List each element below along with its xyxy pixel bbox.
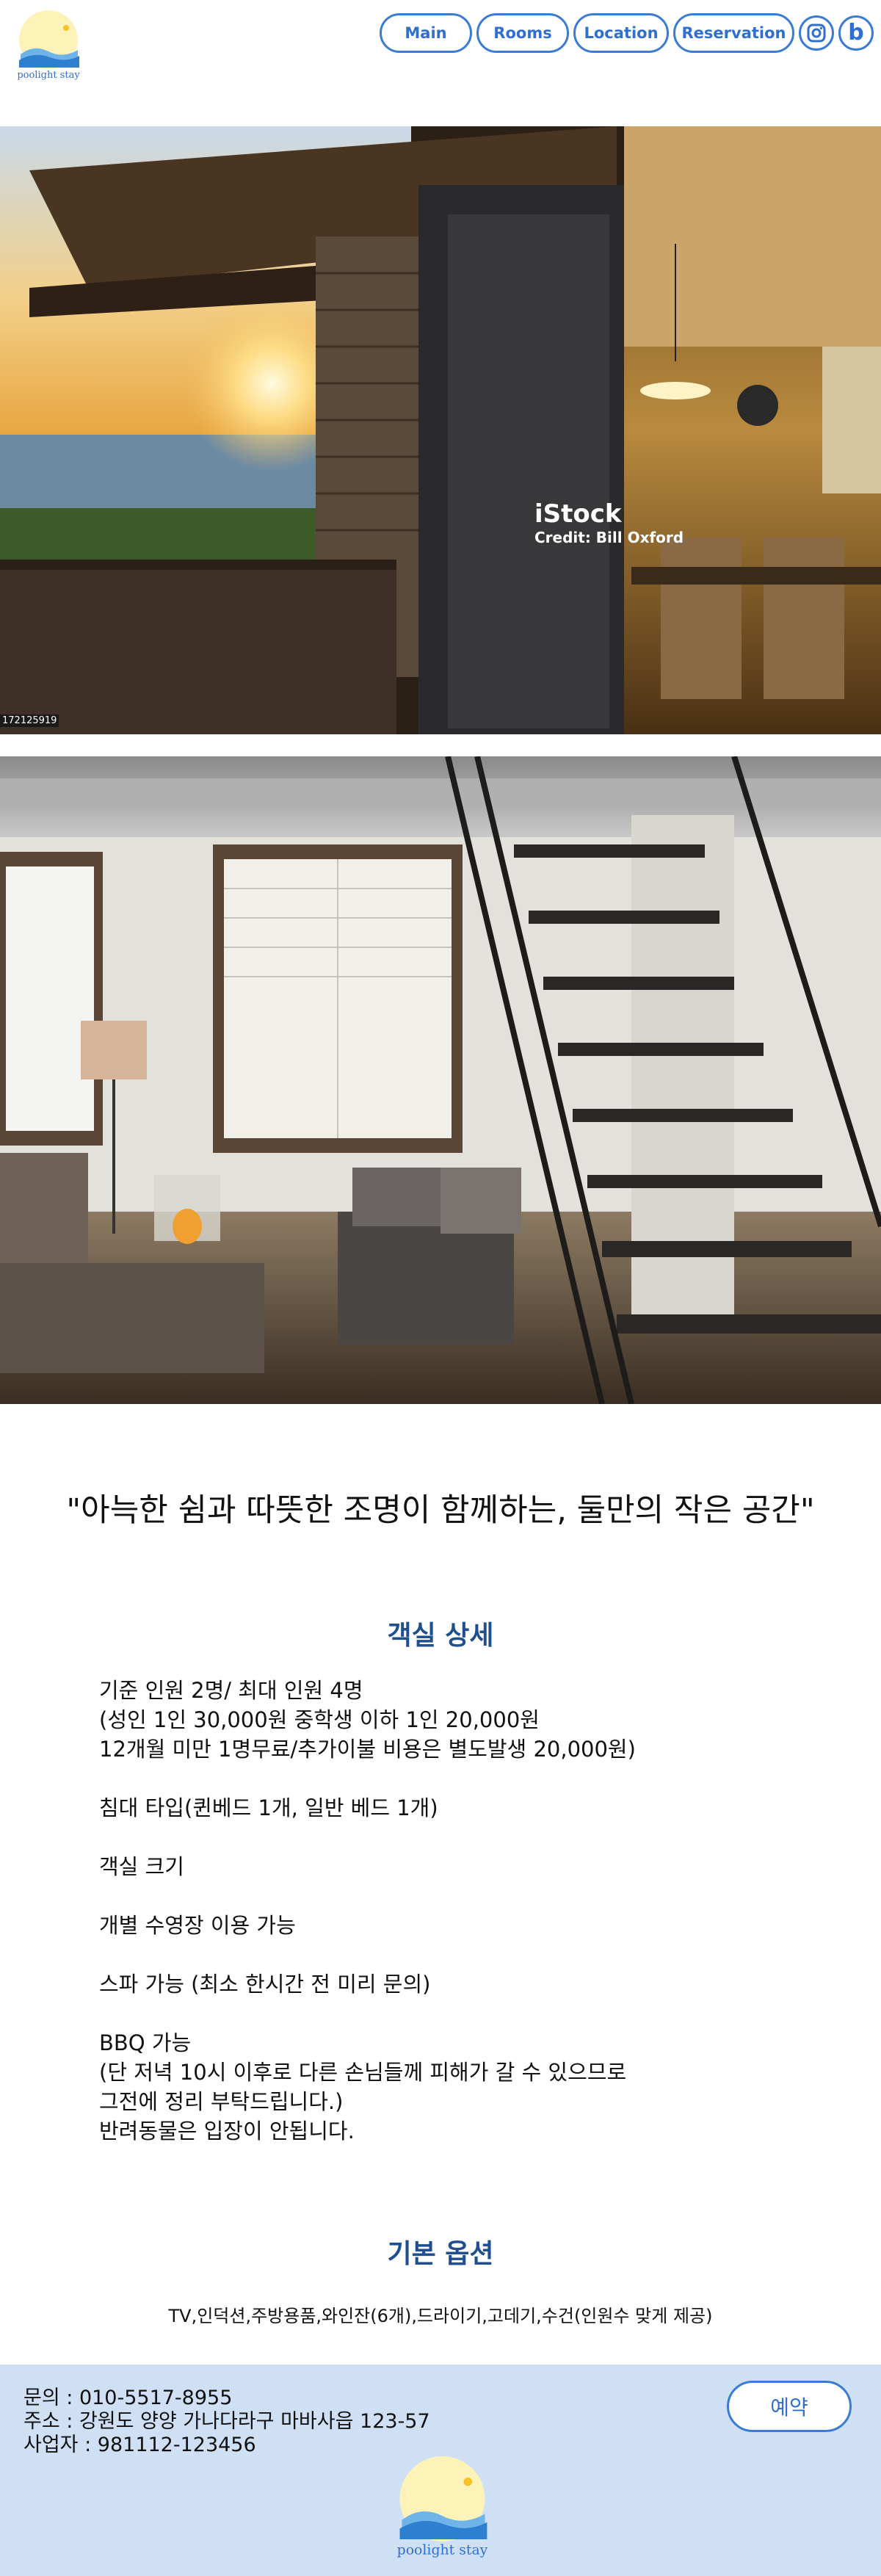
capacity-info: 기준 인원 2명/ 최대 인원 4명 (성인 1인 30,000원 중학생 이하…: [99, 1678, 636, 1762]
nav-main-button[interactable]: Main: [380, 13, 472, 53]
nav-location-button[interactable]: Location: [573, 13, 669, 53]
room-details: 기준 인원 2명/ 최대 인원 4명 (성인 1인 30,000원 중학생 이하…: [99, 1676, 833, 2146]
blog-icon: b: [848, 20, 864, 46]
room-details-title: 객실 상세: [387, 1621, 494, 1651]
svg-text:poolight stay: poolight stay: [17, 70, 80, 81]
bbq-info: BBQ 가능 (단 저녁 10시 이후로 다른 손님들께 피해가 갈 수 있으므…: [99, 2030, 627, 2143]
site-footer: 문의 : 010-5517-8955 주소 : 강원도 양양 가나다라구 마바사…: [0, 2365, 881, 2576]
room-size-info: 객실 크기: [99, 1854, 184, 1879]
footer-info: 문의 : 010-5517-8955 주소 : 강원도 양양 가나다라구 마바사…: [23, 2387, 430, 2457]
footer-logo: poolight stay: [397, 2456, 488, 2558]
basic-options-list: TV,인덕션,주방용품,와인잔(6개),드라이기,고데기,수건(인원수 맞게 제…: [168, 2306, 713, 2326]
loft-living-room-photo: [0, 756, 881, 1404]
address: 주소 : 강원도 양양 가나다라구 마바사읍 123-57: [23, 2410, 430, 2433]
stock-id: 172125919: [0, 714, 59, 727]
hero-photo-sunset-room: iStock Credit: Bill Oxford 172125919: [0, 126, 881, 734]
main-nav: Main Rooms Location Reservation b: [380, 13, 874, 53]
basic-options-title: 기본 옵션: [387, 2239, 494, 2269]
svg-text:poolight stay: poolight stay: [397, 2542, 488, 2558]
tagline-quote: "아늑한 쉼과 따뜻한 조명이 함께하는, 둘만의 작은 공간": [66, 1492, 815, 1529]
nav-reservation-button[interactable]: Reservation: [673, 13, 794, 53]
site-header: poolight stay Main Rooms Location Reserv…: [0, 0, 881, 126]
bed-info: 침대 타입(퀸베드 1개, 일반 베드 1개): [99, 1795, 438, 1820]
logo[interactable]: poolight stay: [12, 9, 85, 82]
instagram-icon: [807, 23, 826, 43]
reserve-button[interactable]: 예약: [727, 2381, 852, 2432]
blog-button[interactable]: b: [838, 15, 874, 51]
business-number: 사업자 : 981112-123456: [23, 2434, 256, 2456]
spa-info: 스파 가능 (최소 한시간 전 미리 문의): [99, 1972, 431, 1997]
nav-rooms-button[interactable]: Rooms: [476, 13, 569, 53]
instagram-button[interactable]: [799, 15, 834, 51]
stock-watermark: iStock Credit: Bill Oxford: [534, 499, 684, 546]
pool-info: 개별 수영장 이용 가능: [99, 1913, 296, 1938]
contact-phone: 문의 : 010-5517-8955: [23, 2387, 233, 2409]
